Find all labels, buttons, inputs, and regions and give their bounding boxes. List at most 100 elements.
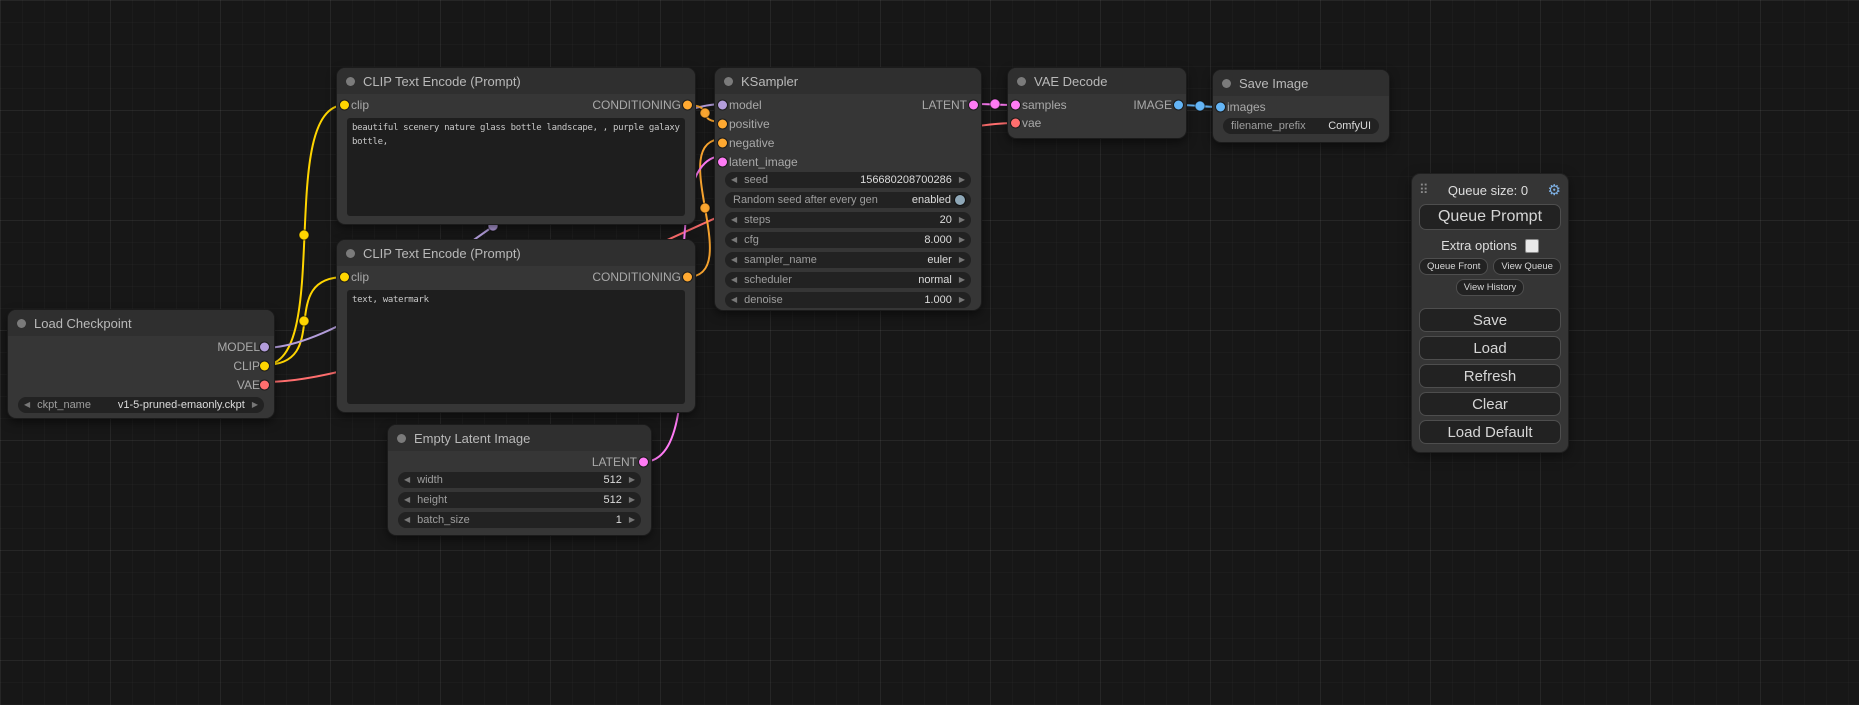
decrement-arrow-icon[interactable]: ◀ xyxy=(731,292,737,308)
slot-label-clip: CLIP xyxy=(233,359,260,373)
increment-arrow-icon[interactable]: ▶ xyxy=(629,492,635,508)
extra-options-checkbox[interactable] xyxy=(1525,239,1539,253)
node-title-bar[interactable]: KSampler xyxy=(715,68,981,94)
decrement-arrow-icon[interactable]: ◀ xyxy=(404,472,410,488)
settings-gear-icon[interactable]: ⚙ xyxy=(1548,183,1561,198)
node-title-bar[interactable]: Empty Latent Image xyxy=(388,425,651,451)
widget-batch-size[interactable]: ◀ batch_size 1 ▶ xyxy=(398,512,641,528)
output-slot-model[interactable] xyxy=(260,342,269,351)
collapse-dot-icon[interactable] xyxy=(17,319,26,328)
collapse-dot-icon[interactable] xyxy=(1017,77,1026,86)
widget-value: 512 xyxy=(454,494,622,506)
collapse-dot-icon[interactable] xyxy=(1222,79,1231,88)
widget-scheduler[interactable]: ◀ scheduler normal ▶ xyxy=(725,272,971,288)
node-vae-decode[interactable]: VAE Decode samples IMAGE vae xyxy=(1008,68,1186,138)
output-slot-latent[interactable] xyxy=(639,457,648,466)
node-title-bar[interactable]: CLIP Text Encode (Prompt) xyxy=(337,240,695,266)
node-title-bar[interactable]: Save Image xyxy=(1213,70,1389,96)
slot-label-latent-image: latent_image xyxy=(729,155,798,169)
widget-ckpt-name[interactable]: ◀ ckpt_name v1-5-pruned-emaonly.ckpt ▶ xyxy=(18,397,264,413)
widget-label: Random seed after every gen xyxy=(733,194,878,206)
widget-steps[interactable]: ◀ steps 20 ▶ xyxy=(725,212,971,228)
drag-handle-icon[interactable]: ⠿ xyxy=(1419,182,1429,198)
input-slot-negative[interactable] xyxy=(718,138,727,147)
decrement-arrow-icon[interactable]: ◀ xyxy=(731,232,737,248)
collapse-dot-icon[interactable] xyxy=(397,434,406,443)
decrement-arrow-icon[interactable]: ◀ xyxy=(404,492,410,508)
decrement-arrow-icon[interactable]: ◀ xyxy=(24,397,30,413)
view-queue-button[interactable]: View Queue xyxy=(1493,258,1561,275)
decrement-arrow-icon[interactable]: ◀ xyxy=(731,252,737,268)
increment-arrow-icon[interactable]: ▶ xyxy=(959,292,965,308)
slot-row: positive xyxy=(715,115,981,132)
node-title: CLIP Text Encode (Prompt) xyxy=(363,74,521,89)
increment-arrow-icon[interactable]: ▶ xyxy=(629,472,635,488)
toggle-knob-icon[interactable] xyxy=(955,195,965,205)
input-slot-samples[interactable] xyxy=(1011,101,1020,110)
save-button[interactable]: Save xyxy=(1419,308,1561,332)
output-slot-conditioning[interactable] xyxy=(683,100,692,109)
decrement-arrow-icon[interactable]: ◀ xyxy=(731,172,737,188)
output-slot-conditioning[interactable] xyxy=(683,272,692,281)
node-title-bar[interactable]: Load Checkpoint xyxy=(8,310,274,336)
widget-seed[interactable]: ◀ seed 156680208700286 ▶ xyxy=(725,172,971,188)
decrement-arrow-icon[interactable]: ◀ xyxy=(731,212,737,228)
output-slot-vae[interactable] xyxy=(260,380,269,389)
extra-options-label: Extra options xyxy=(1441,238,1517,253)
node-title-bar[interactable]: CLIP Text Encode (Prompt) xyxy=(337,68,695,94)
increment-arrow-icon[interactable]: ▶ xyxy=(959,272,965,288)
refresh-button[interactable]: Refresh xyxy=(1419,364,1561,388)
widget-cfg[interactable]: ◀ cfg 8.000 ▶ xyxy=(725,232,971,248)
input-slot-clip[interactable] xyxy=(340,272,349,281)
input-slot-clip[interactable] xyxy=(340,100,349,109)
increment-arrow-icon[interactable]: ▶ xyxy=(959,252,965,268)
increment-arrow-icon[interactable]: ▶ xyxy=(959,172,965,188)
input-slot-vae[interactable] xyxy=(1011,119,1020,128)
node-clip-text-encode-positive[interactable]: CLIP Text Encode (Prompt) clip CONDITION… xyxy=(337,68,695,224)
collapse-dot-icon[interactable] xyxy=(346,249,355,258)
output-slot-latent[interactable] xyxy=(969,100,978,109)
slot-row: images xyxy=(1213,98,1389,115)
increment-arrow-icon[interactable]: ▶ xyxy=(959,232,965,248)
input-slot-images[interactable] xyxy=(1216,102,1225,111)
collapse-dot-icon[interactable] xyxy=(724,77,733,86)
queue-prompt-button[interactable]: Queue Prompt xyxy=(1419,204,1561,230)
node-clip-text-encode-negative[interactable]: CLIP Text Encode (Prompt) clip CONDITION… xyxy=(337,240,695,412)
increment-arrow-icon[interactable]: ▶ xyxy=(959,212,965,228)
widget-value: 1.000 xyxy=(790,294,952,306)
decrement-arrow-icon[interactable]: ◀ xyxy=(404,512,410,528)
queue-front-button[interactable]: Queue Front xyxy=(1419,258,1488,275)
increment-arrow-icon[interactable]: ▶ xyxy=(252,397,258,413)
node-title-bar[interactable]: VAE Decode xyxy=(1008,68,1186,94)
input-slot-positive[interactable] xyxy=(718,119,727,128)
widget-sampler-name[interactable]: ◀ sampler_name euler ▶ xyxy=(725,252,971,268)
slot-row: latent_image xyxy=(715,153,981,170)
node-graph-canvas[interactable]: Load Checkpoint MODEL CLIP VAE ◀ ckpt_na… xyxy=(0,0,1859,705)
slot-row: clip CONDITIONING xyxy=(337,96,695,113)
output-slot-image[interactable] xyxy=(1174,101,1183,110)
widget-denoise[interactable]: ◀ denoise 1.000 ▶ xyxy=(725,292,971,308)
prompt-textarea[interactable]: beautiful scenery nature glass bottle la… xyxy=(347,118,685,216)
input-slot-model[interactable] xyxy=(718,100,727,109)
widget-label: width xyxy=(417,474,443,486)
node-empty-latent-image[interactable]: Empty Latent Image LATENT ◀ width 512 ▶ … xyxy=(388,425,651,535)
increment-arrow-icon[interactable]: ▶ xyxy=(629,512,635,528)
node-save-image[interactable]: Save Image images filename_prefix ComfyU… xyxy=(1213,70,1389,142)
load-button[interactable]: Load xyxy=(1419,336,1561,360)
widget-filename-prefix[interactable]: filename_prefix ComfyUI xyxy=(1223,118,1379,134)
input-slot-latent-image[interactable] xyxy=(718,157,727,166)
widget-width[interactable]: ◀ width 512 ▶ xyxy=(398,472,641,488)
widget-label: steps xyxy=(744,214,770,226)
widget-height[interactable]: ◀ height 512 ▶ xyxy=(398,492,641,508)
view-history-button[interactable]: View History xyxy=(1456,279,1525,296)
output-slot-clip[interactable] xyxy=(260,361,269,370)
clear-button[interactable]: Clear xyxy=(1419,392,1561,416)
collapse-dot-icon[interactable] xyxy=(346,77,355,86)
slot-label-model: model xyxy=(729,98,762,112)
prompt-textarea[interactable]: text, watermark xyxy=(347,290,685,404)
widget-random-seed-toggle[interactable]: Random seed after every gen enabled xyxy=(725,192,971,208)
node-ksampler[interactable]: KSampler model LATENT positive negative … xyxy=(715,68,981,310)
node-load-checkpoint[interactable]: Load Checkpoint MODEL CLIP VAE ◀ ckpt_na… xyxy=(8,310,274,418)
decrement-arrow-icon[interactable]: ◀ xyxy=(731,272,737,288)
load-default-button[interactable]: Load Default xyxy=(1419,420,1561,444)
